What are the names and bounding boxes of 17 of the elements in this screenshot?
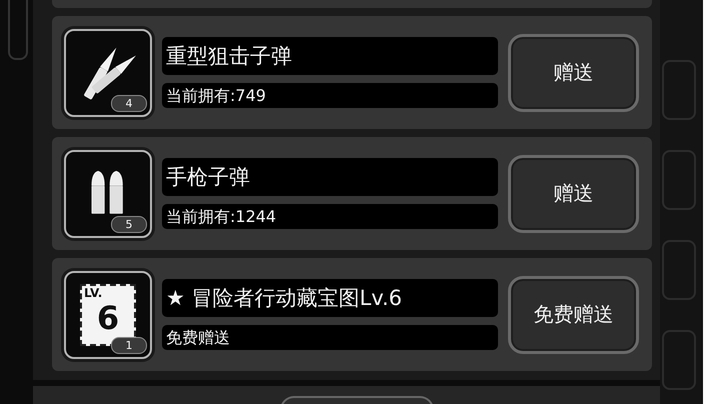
gift-button[interactable]: 赠送 xyxy=(508,34,639,112)
item-detail: 免费赠送 xyxy=(162,325,498,350)
gift-button[interactable]: 赠送 xyxy=(508,154,639,232)
count-badge: 5 xyxy=(111,216,147,232)
item-detail: 当前拥有:1244 xyxy=(162,204,498,229)
item-name: 重型狙击子弹 xyxy=(162,37,498,75)
side-tab[interactable] xyxy=(662,330,696,390)
side-frame xyxy=(8,0,28,60)
count-badge: 4 xyxy=(111,94,147,112)
count-badge: 1 xyxy=(111,336,147,354)
side-tab[interactable] xyxy=(662,240,696,300)
item-name: ★ 冒险者行动藏宝图Lv.6 xyxy=(162,279,498,317)
item-name: 手枪子弹 xyxy=(162,158,498,196)
side-tab[interactable] xyxy=(662,150,696,210)
item-detail: 当前拥有:749 xyxy=(162,83,498,108)
side-tab[interactable] xyxy=(662,60,696,120)
gift-button[interactable]: 免费赠送 xyxy=(508,276,639,354)
